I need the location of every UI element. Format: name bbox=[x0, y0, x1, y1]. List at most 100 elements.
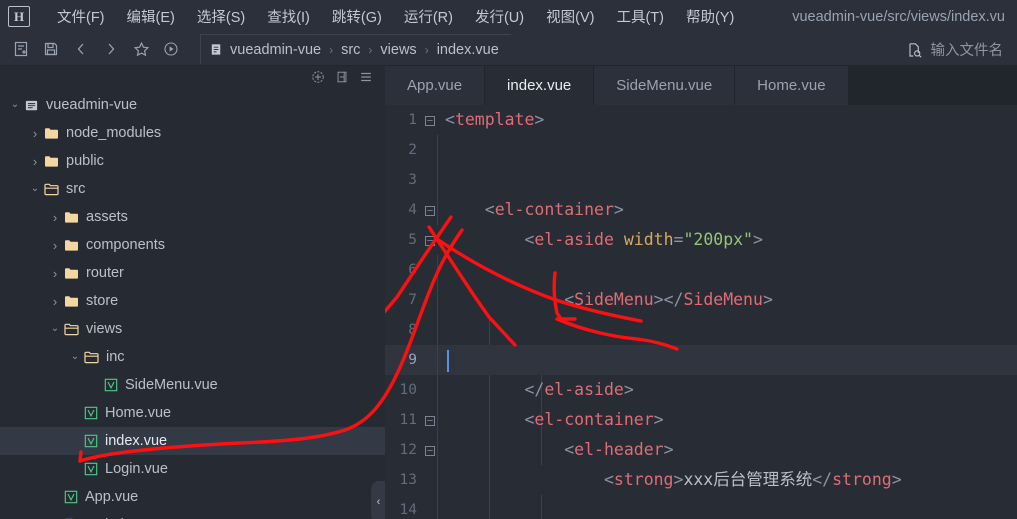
chevron-down-icon[interactable]: ⌄ bbox=[28, 184, 42, 194]
hamburger-menu-icon[interactable] bbox=[359, 70, 373, 84]
tree-item-router[interactable]: › router bbox=[0, 259, 385, 287]
code-line[interactable]: 4– <el-container> bbox=[385, 195, 1017, 225]
chevron-right-icon[interactable]: › bbox=[28, 126, 42, 141]
sidebar-collapse-handle[interactable]: ‹ bbox=[371, 481, 386, 519]
code-line[interactable]: 1– <template> bbox=[385, 105, 1017, 135]
tree-item-assets[interactable]: › assets bbox=[0, 203, 385, 231]
chevron-down-icon[interactable]: ⌄ bbox=[68, 352, 82, 362]
tree-item-Login-vue[interactable]: Login.vue bbox=[0, 455, 385, 483]
fold-toggle-icon[interactable]: – bbox=[419, 405, 441, 435]
code-line[interactable]: 11– <el-container> bbox=[385, 405, 1017, 435]
tree-item-Home-vue[interactable]: Home.vue bbox=[0, 399, 385, 427]
forward-icon[interactable] bbox=[96, 36, 126, 62]
breadcrumb-item-src[interactable]: src bbox=[339, 42, 362, 58]
code-line[interactable]: 9 bbox=[385, 345, 1017, 375]
fold-toggle-icon[interactable]: – bbox=[419, 225, 441, 255]
bookmark-star-icon[interactable] bbox=[126, 36, 156, 62]
line-number: 5 bbox=[408, 232, 417, 248]
code-line-text: </el-aside> bbox=[524, 380, 634, 399]
menu-publish[interactable]: 发行(U) bbox=[464, 2, 535, 31]
menu-goto[interactable]: 跳转(G) bbox=[321, 2, 393, 31]
breadcrumb-item-vueadmin-vue[interactable]: vueadmin-vue bbox=[228, 42, 323, 58]
chevron-right-icon[interactable]: › bbox=[48, 294, 62, 309]
tree-item-label: router bbox=[86, 264, 124, 281]
menu-tools[interactable]: 工具(T) bbox=[605, 2, 675, 31]
editor-tab-Home-vue[interactable]: Home.vue bbox=[735, 66, 849, 105]
chevron-right-icon[interactable]: › bbox=[48, 210, 62, 225]
fold-gutter-spacer bbox=[419, 165, 441, 195]
menu-view[interactable]: 视图(V) bbox=[535, 2, 605, 31]
line-number: 3 bbox=[408, 172, 417, 188]
project-icon bbox=[24, 98, 39, 113]
folder-icon bbox=[64, 295, 79, 308]
file-icon bbox=[209, 42, 224, 57]
save-icon[interactable] bbox=[36, 36, 66, 62]
breadcrumb-separator: › bbox=[368, 42, 373, 57]
code-line[interactable]: 13 <strong>xxx后台管理系统</strong> bbox=[385, 465, 1017, 495]
breadcrumb-item-views[interactable]: views bbox=[378, 42, 418, 58]
tree-item-views[interactable]: ⌄ views bbox=[0, 315, 385, 343]
code-line[interactable]: 14 bbox=[385, 495, 1017, 519]
fold-toggle-icon[interactable]: – bbox=[419, 195, 441, 225]
code-line[interactable]: 7 <SideMenu></SideMenu> bbox=[385, 285, 1017, 315]
code-line[interactable]: 12– <el-header> bbox=[385, 435, 1017, 465]
menu-run[interactable]: 运行(R) bbox=[393, 2, 464, 31]
tree-item-SideMenu-vue[interactable]: SideMenu.vue bbox=[0, 371, 385, 399]
menu-select[interactable]: 选择(S) bbox=[186, 2, 256, 31]
tree-item-main-js[interactable]: main.js bbox=[0, 511, 385, 519]
line-number: 14 bbox=[399, 502, 417, 518]
code-line-text bbox=[441, 495, 1017, 519]
chevron-right-icon[interactable]: › bbox=[28, 154, 42, 169]
tree-item-label: public bbox=[66, 152, 104, 169]
line-number: 8 bbox=[408, 322, 417, 338]
code-line[interactable]: 6 bbox=[385, 255, 1017, 285]
code-line[interactable]: 8 bbox=[385, 315, 1017, 345]
menu-edit[interactable]: 编辑(E) bbox=[116, 2, 186, 31]
code-line[interactable]: 2 bbox=[385, 135, 1017, 165]
tree-item-App-vue[interactable]: App.vue bbox=[0, 483, 385, 511]
fold-gutter-spacer bbox=[419, 135, 441, 165]
code-line-text: <SideMenu></SideMenu> bbox=[564, 290, 773, 309]
tree-item-label: Home.vue bbox=[105, 404, 172, 421]
menu-file[interactable]: 文件(F) bbox=[46, 2, 116, 31]
tree-item-label: views bbox=[86, 320, 123, 337]
code-line[interactable]: 3 bbox=[385, 165, 1017, 195]
code-line-text: <el-header> bbox=[564, 440, 674, 459]
filename-input-area[interactable]: 输入文件名 bbox=[901, 33, 1010, 66]
menu-help[interactable]: 帮助(Y) bbox=[675, 2, 745, 31]
tree-item-store[interactable]: › store bbox=[0, 287, 385, 315]
chevron-right-icon[interactable]: › bbox=[48, 238, 62, 253]
fold-toggle-icon[interactable]: – bbox=[419, 105, 441, 135]
tree-item-src[interactable]: ⌄ src bbox=[0, 175, 385, 203]
new-file-icon[interactable] bbox=[6, 36, 36, 62]
editor-tab-index-vue[interactable]: index.vue bbox=[485, 66, 595, 105]
tree-item-inc[interactable]: ⌄ inc bbox=[0, 343, 385, 371]
tree-item-index-vue[interactable]: index.vue bbox=[0, 427, 385, 455]
code-area[interactable]: 1– <template> 2 3 4– <el-container> 5– <el-as… bbox=[385, 105, 1017, 519]
tree-item-components[interactable]: › components bbox=[0, 231, 385, 259]
tree-item-public[interactable]: › public bbox=[0, 147, 385, 175]
tree-item-vueadmin-vue[interactable]: ⌄ vueadmin-vue bbox=[0, 91, 385, 119]
collapse-all-icon[interactable] bbox=[335, 70, 349, 84]
code-line-text bbox=[441, 165, 1017, 195]
editor-tab-App-vue[interactable]: App.vue bbox=[385, 66, 486, 105]
menu-find[interactable]: 查找(I) bbox=[256, 2, 321, 31]
fold-toggle-icon[interactable]: – bbox=[419, 435, 441, 465]
line-number: 2 bbox=[408, 142, 417, 158]
chevron-right-icon[interactable]: › bbox=[48, 266, 62, 281]
breadcrumb-item-index-vue[interactable]: index.vue bbox=[435, 42, 501, 58]
plus-circle-icon[interactable] bbox=[311, 70, 325, 84]
code-line-text: <el-container> bbox=[524, 410, 664, 429]
code-line[interactable]: 5– <el-aside width="200px"> bbox=[385, 225, 1017, 255]
fold-gutter-spacer bbox=[419, 375, 441, 405]
chevron-down-icon[interactable]: ⌄ bbox=[8, 100, 22, 110]
run-icon[interactable] bbox=[156, 36, 186, 62]
folder-icon bbox=[64, 239, 79, 252]
tree-item-node_modules[interactable]: › node_modules bbox=[0, 119, 385, 147]
breadcrumb: vueadmin-vue › src › views › index.vue bbox=[200, 34, 511, 64]
file-tree: ⌄ vueadmin-vue › node_modules › public ⌄ src › as… bbox=[0, 88, 385, 519]
editor-tab-SideMenu-vue[interactable]: SideMenu.vue bbox=[594, 66, 736, 105]
chevron-down-icon[interactable]: ⌄ bbox=[48, 324, 62, 334]
back-icon[interactable] bbox=[66, 36, 96, 62]
code-line[interactable]: 10 </el-aside> bbox=[385, 375, 1017, 405]
